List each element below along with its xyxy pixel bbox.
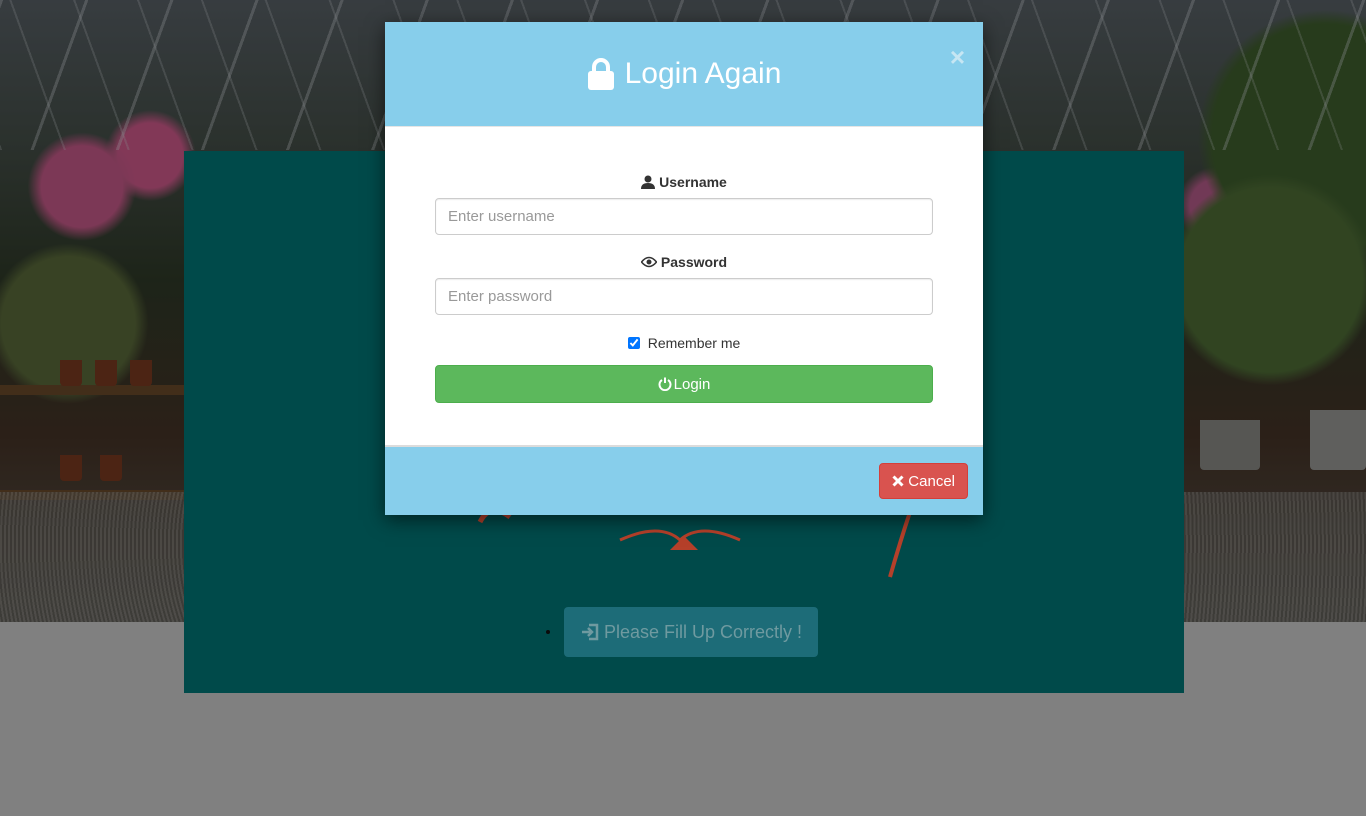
password-input[interactable] [435, 278, 933, 315]
cancel-button[interactable]: Cancel [879, 463, 968, 499]
notice-row: Please Fill Up Correctly ! [546, 607, 819, 657]
flower-pot [60, 360, 82, 386]
modal-title-text: Login Again [624, 57, 782, 90]
flower-pot [100, 455, 122, 481]
fill-up-notice-label: Please Fill Up Correctly ! [604, 621, 803, 642]
planter-box [1200, 420, 1260, 470]
eye-icon [640, 256, 657, 268]
password-label-text: Password [660, 254, 728, 270]
username-label-text: Username [659, 174, 727, 190]
remember-me-row[interactable]: Remember me [435, 335, 933, 351]
power-icon [658, 377, 672, 391]
lock-icon [587, 58, 615, 90]
bullet-dot [546, 630, 550, 634]
shelf [0, 385, 184, 395]
times-icon [892, 475, 904, 487]
login-button-label: Login [673, 375, 711, 393]
password-label: Password [435, 252, 933, 272]
planter-box [1310, 410, 1366, 470]
modal-body: Username Password Remember me Login [385, 127, 983, 445]
modal-title: Login Again [587, 57, 782, 91]
flower-pot [60, 455, 82, 481]
remember-me-checkbox[interactable] [627, 337, 640, 349]
remember-me-label: Remember me [647, 335, 741, 351]
flower-pot [95, 360, 117, 386]
modal-header: Login Again × [385, 22, 983, 127]
login-button[interactable]: Login [435, 365, 933, 403]
username-input[interactable] [435, 198, 933, 235]
flower-pot [130, 360, 152, 386]
user-icon [641, 175, 656, 189]
close-icon[interactable]: × [950, 44, 965, 70]
cancel-button-label: Cancel [908, 472, 955, 490]
sign-in-icon [582, 623, 599, 641]
modal-footer: Cancel [385, 445, 983, 515]
login-again-modal: Login Again × Username Password Remember… [385, 22, 983, 515]
username-label: Username [435, 172, 933, 192]
fill-up-notice-button[interactable]: Please Fill Up Correctly ! [564, 607, 819, 657]
